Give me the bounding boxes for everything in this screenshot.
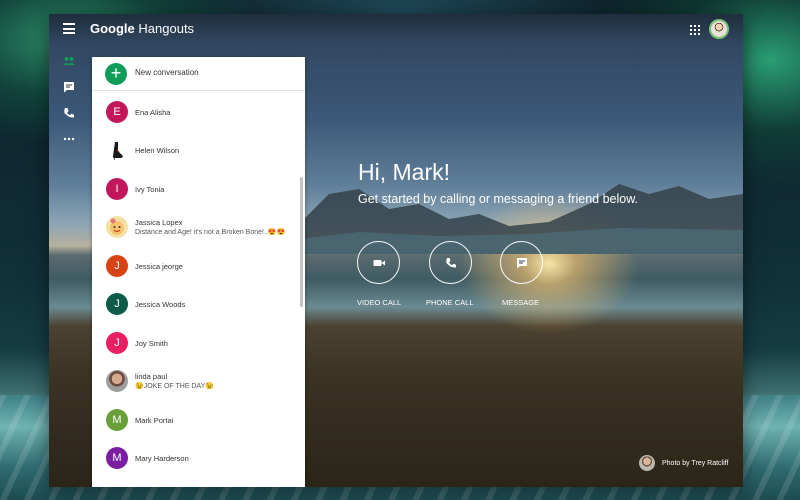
apps-grid-icon[interactable] [690,25,700,35]
message-label: MESSAGE [502,298,540,307]
new-conversation-button[interactable]: + New conversation [92,57,305,91]
avatar: J [106,293,128,315]
more-horizontal-icon[interactable] [62,132,76,146]
contact-name: linda paul [135,372,168,381]
phone-icon[interactable] [62,106,76,120]
people-icon[interactable] [62,54,76,68]
logo-brand: Google [90,21,135,36]
contact-name: Mary Harderson [135,454,189,463]
list-item[interactable]: J Jessica Woods [92,285,299,323]
phone-icon [446,258,456,268]
plus-icon: + [105,63,127,85]
cartoon-face-icon [110,218,124,235]
video-call-label: VIDEO CALL [357,298,402,307]
message-button[interactable] [500,241,543,284]
list-item[interactable]: M Mark Portai [92,401,299,439]
contact-name: Joy Smith [135,339,168,348]
greeting-title: Hi, Mark! [358,159,450,185]
avatar: M [106,447,128,469]
videocam-icon [373,260,385,266]
list-item[interactable]: J Joy Smith [92,324,299,362]
contact-name: Ivy Tonia [135,185,165,194]
list-item[interactable]: E Ena Alisha [92,93,299,131]
avatar: I [106,178,128,200]
contact-name: Jassica Lopex [135,218,183,227]
message-preview: 😉JOKE OF THE DAY😉 [135,383,215,390]
contact-name: Ena Alisha [135,108,171,117]
list-item[interactable]: linda paul 😉JOKE OF THE DAY😉 [92,362,299,400]
avatar [106,370,128,392]
message-preview: Distance and Age! it's not a Broken Bone… [135,229,286,236]
list-item[interactable]: Helen Wilson [92,131,299,169]
contact-name: Jessica Woods [135,300,186,309]
phone-call-button[interactable] [429,241,472,284]
hangouts-window: Google Hangouts + New conversation E Ena… [49,14,743,487]
list-scrollbar[interactable] [300,177,303,307]
contact-name: Helen Wilson [135,146,180,155]
avatar [106,216,128,238]
menu-icon[interactable] [63,23,75,35]
photographer-avatar[interactable] [639,455,655,471]
list-item[interactable]: I Ivy Tonia [92,170,299,208]
account-avatar[interactable] [709,19,729,39]
contact-name: Jessica jeorge [135,262,183,271]
list-item[interactable]: J Jessica jeorge [92,247,299,285]
greeting-subtitle: Get started by calling or messaging a fr… [358,192,639,206]
avatar: M [106,409,128,431]
video-call-button[interactable] [357,241,400,284]
top-bar: Google Hangouts [49,14,743,44]
avatar: E [106,101,128,123]
list-item[interactable]: Jassica Lopex Distance and Age! it's not… [92,208,299,246]
avatar: J [106,255,128,277]
message-icon [517,258,527,269]
logo-product: Hangouts [138,21,195,36]
photo-credit[interactable]: Photo by Trey Ratcliff [662,460,728,467]
phone-call-label: PHONE CALL [426,298,474,307]
conversation-list-panel: + New conversation E Ena Alisha Helen Wi… [92,57,305,487]
new-conversation-label: New conversation [135,68,199,77]
avatar: J [106,332,128,354]
chat-icon[interactable] [62,80,76,94]
contact-name: Mark Portai [135,416,174,425]
app-logo: Google Hangouts [90,21,194,36]
avatar [106,139,128,161]
shoe-icon [113,142,123,160]
list-item[interactable]: M Mary Harderson [92,439,299,477]
